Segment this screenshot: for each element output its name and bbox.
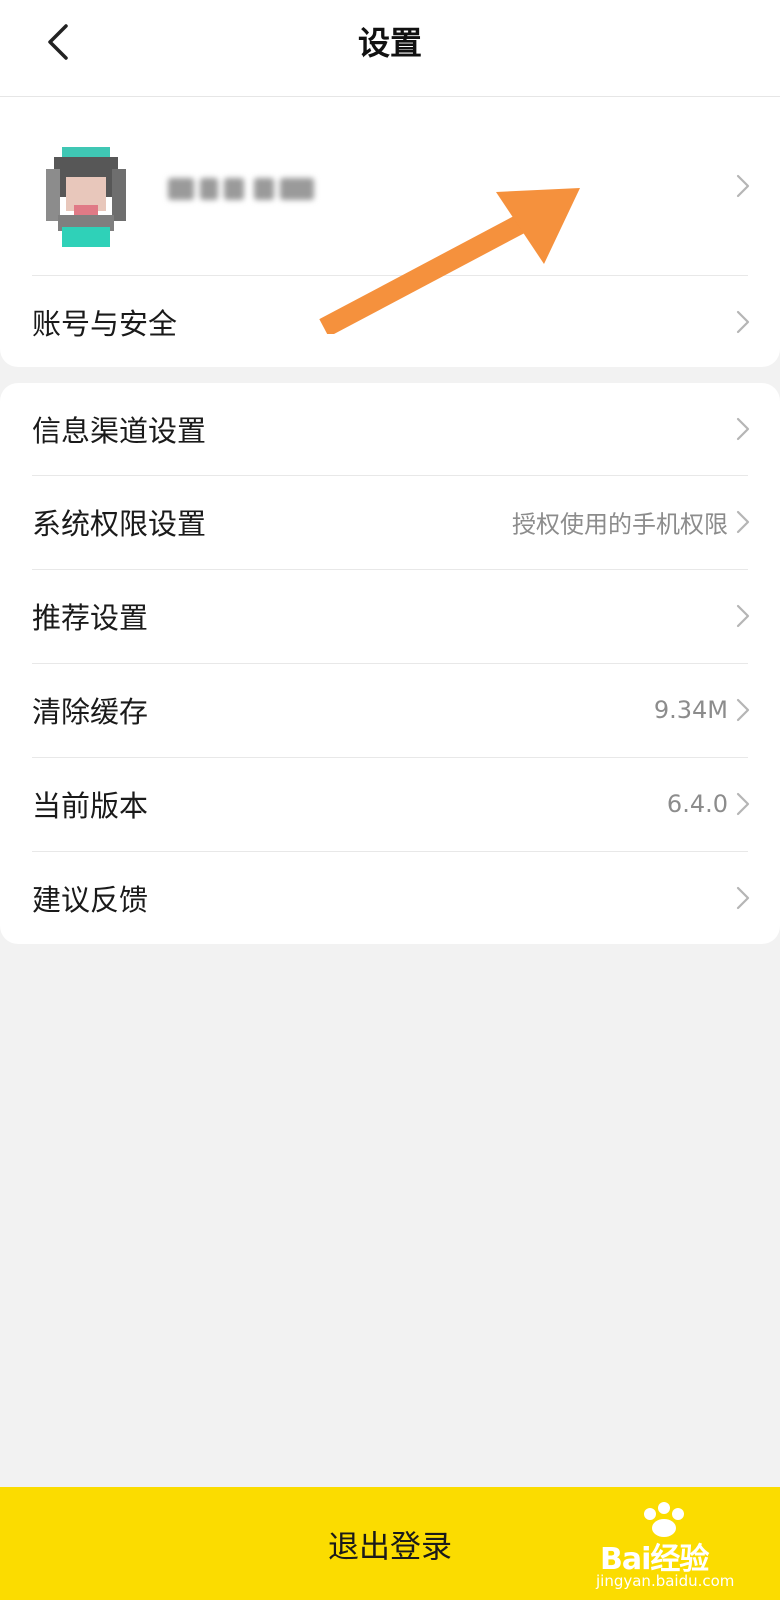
row-value: 授权使用的手机权限 (512, 510, 728, 539)
page-title: 设置 (357, 24, 422, 62)
row-info-channel[interactable]: 信息渠道设置 (0, 383, 780, 475)
row-clear-cache[interactable]: 清除缓存 9.34M (0, 664, 780, 756)
chevron-right-icon (736, 698, 750, 722)
chevron-right-icon (736, 417, 750, 441)
row-value: 6.4.0 (666, 790, 728, 818)
nickname-blurred (168, 172, 318, 206)
annotation-arrow-icon (319, 188, 580, 334)
row-label: 建议反馈 (32, 883, 149, 917)
baidu-jingyan-watermark: Bai经验 jingyan.baidu.com (596, 1500, 772, 1592)
chevron-right-icon (736, 510, 750, 534)
chevron-right-icon (736, 604, 750, 628)
row-label: 账号与安全 (32, 307, 178, 341)
row-label: 系统权限设置 (32, 507, 207, 541)
avatar (46, 147, 126, 247)
row-label: 推荐设置 (32, 601, 149, 635)
row-feedback[interactable]: 建议反馈 (0, 852, 780, 944)
watermark-url: jingyan.baidu.com (596, 1572, 735, 1590)
row-value: 9.34M (653, 696, 728, 724)
settings-card: 信息渠道设置 系统权限设置 授权使用的手机权限 推荐设置 清除缓存 9.34M … (0, 383, 780, 944)
chevron-right-icon (736, 310, 750, 334)
header-bar: 设置 (0, 0, 780, 97)
row-label: 当前版本 (32, 789, 149, 823)
row-label: 清除缓存 (32, 695, 149, 729)
chevron-right-icon (736, 792, 750, 816)
row-label: 信息渠道设置 (32, 414, 207, 448)
row-system-permissions[interactable]: 系统权限设置 授权使用的手机权限 (0, 476, 780, 568)
row-current-version[interactable]: 当前版本 6.4.0 (0, 758, 780, 850)
row-recommendation[interactable]: 推荐设置 (0, 570, 780, 662)
chevron-right-icon (736, 886, 750, 910)
chevron-right-icon (736, 174, 750, 198)
